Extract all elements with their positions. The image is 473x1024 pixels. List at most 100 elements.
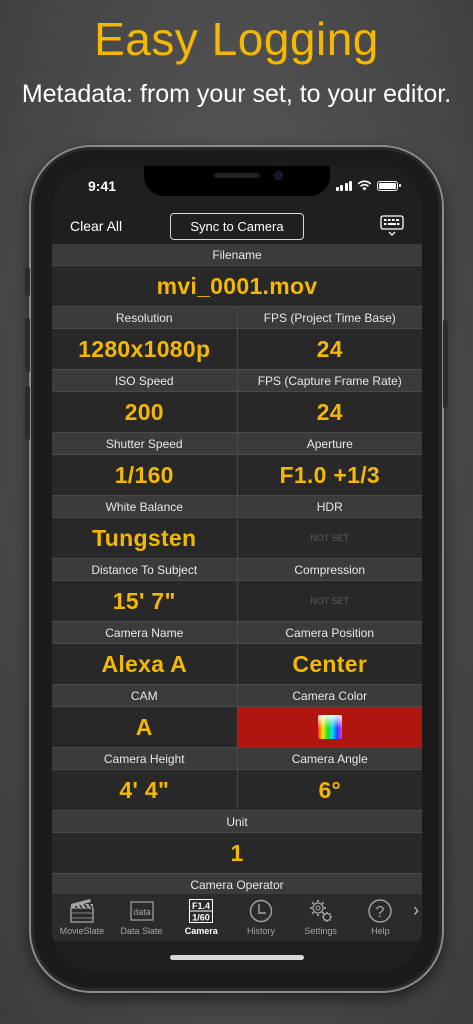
camera-height-label-cell: Camera Height xyxy=(52,748,238,770)
marketing-headline: Easy Logging xyxy=(94,13,379,65)
camera-name-label: Camera Name xyxy=(105,625,184,640)
keyboard-dismiss-icon[interactable] xyxy=(380,214,404,238)
battery-icon xyxy=(377,180,401,191)
camera-height-field[interactable]: 4' 4" xyxy=(52,770,238,811)
phone-side-button xyxy=(25,268,30,296)
shutter-value: 1/160 xyxy=(114,461,174,488)
tab-history[interactable]: History xyxy=(231,894,291,941)
hdr-field[interactable]: NOT SET xyxy=(237,518,422,559)
filename-label: Filename xyxy=(212,247,262,262)
iso-label: ISO Speed xyxy=(114,373,174,388)
cam-field[interactable]: A xyxy=(52,707,238,748)
resolution-value: 1280x1080p xyxy=(78,335,211,362)
camera-exposure-aperture-text: F1.4 xyxy=(192,901,210,911)
data-slate-icon: data xyxy=(129,901,154,921)
unit-label: Unit xyxy=(226,814,248,829)
shutter-field[interactable]: 1/160 xyxy=(52,455,238,496)
phone-volume-down xyxy=(25,386,30,440)
distance-value: 15' 7" xyxy=(112,587,176,614)
app-screen: 9:41 Clear All Sync to Camera Filename m… xyxy=(52,166,422,972)
cam-label-cell: CAM xyxy=(52,685,238,707)
tab-help[interactable]: ? Help xyxy=(351,894,411,941)
clapperboard-icon xyxy=(70,899,94,923)
aperture-field[interactable]: F1.0 +1/3 xyxy=(237,455,422,496)
fps-project-label-cell: FPS (Project Time Base) xyxy=(237,307,422,329)
tab-settings[interactable]: Settings xyxy=(291,894,351,941)
camera-angle-label-cell: Camera Angle xyxy=(237,748,422,770)
speaker-grille xyxy=(214,173,260,178)
camera-exposure-shutter-text: 1/60 xyxy=(192,913,210,923)
camera-height-label: Camera Height xyxy=(103,751,185,766)
wifi-icon xyxy=(357,180,372,191)
camera-operator-label: Camera Operator xyxy=(190,878,284,892)
tab-data-slate[interactable]: data Data Slate xyxy=(112,894,172,941)
status-icons xyxy=(335,180,401,191)
iso-field[interactable]: 200 xyxy=(52,392,238,433)
unit-field[interactable]: 1 xyxy=(52,833,422,874)
camera-position-label: Camera Position xyxy=(285,625,375,640)
filename-label-cell: Filename xyxy=(52,244,422,266)
metadata-grid: Filename mvi_0001.mov Resolution FPS (Pr… xyxy=(52,244,422,896)
toolbar: Clear All Sync to Camera xyxy=(52,210,422,244)
aperture-label: Aperture xyxy=(306,436,353,451)
help-icon-text: ? xyxy=(376,904,385,921)
fps-project-field[interactable]: 24 xyxy=(237,329,422,370)
tab-camera[interactable]: F1.4 1/60 Camera xyxy=(171,894,231,941)
tab-help-label: Help xyxy=(371,926,390,936)
camera-color-field[interactable] xyxy=(237,707,422,748)
camera-position-value: Center xyxy=(292,650,368,677)
resolution-label: Resolution xyxy=(115,310,173,325)
cam-value: A xyxy=(135,713,153,740)
cellular-signal-icon xyxy=(335,180,352,191)
camera-color-label: Camera Color xyxy=(292,688,368,703)
resolution-field[interactable]: 1280x1080p xyxy=(52,329,238,370)
white-balance-field[interactable]: Tungsten xyxy=(52,518,238,559)
help-icon: ? xyxy=(368,899,393,923)
phone-power-button xyxy=(443,320,448,408)
camera-name-field[interactable]: Alexa A xyxy=(52,644,238,685)
sync-to-camera-button[interactable]: Sync to Camera xyxy=(170,213,304,240)
aperture-label-cell: Aperture xyxy=(237,433,422,455)
home-indicator[interactable] xyxy=(170,955,304,960)
camera-position-field[interactable]: Center xyxy=(237,644,422,685)
distance-label-cell: Distance To Subject xyxy=(52,559,238,581)
filename-field[interactable]: mvi_0001.mov xyxy=(52,266,422,307)
color-picker-icon[interactable] xyxy=(317,715,342,739)
camera-color-label-cell: Camera Color xyxy=(237,685,422,707)
white-balance-value: Tungsten xyxy=(92,524,197,551)
fps-capture-label-cell: FPS (Capture Frame Rate) xyxy=(237,370,422,392)
unit-label-cell: Unit xyxy=(52,811,422,833)
tab-data-slate-label: Data Slate xyxy=(120,926,163,936)
distance-label: Distance To Subject xyxy=(91,562,198,577)
unit-value: 1 xyxy=(230,839,244,866)
white-balance-label: White Balance xyxy=(105,499,183,514)
camera-name-label-cell: Camera Name xyxy=(52,622,238,644)
camera-exposure-icon: F1.4 1/60 xyxy=(189,899,214,923)
camera-angle-value: 6° xyxy=(318,776,342,803)
fps-project-label: FPS (Project Time Base) xyxy=(263,310,396,325)
camera-angle-field[interactable]: 6° xyxy=(237,770,422,811)
camera-position-label-cell: Camera Position xyxy=(237,622,422,644)
phone-volume-up xyxy=(25,318,30,372)
fps-project-value: 24 xyxy=(316,335,343,362)
compression-label-cell: Compression xyxy=(237,559,422,581)
distance-field[interactable]: 15' 7" xyxy=(52,581,238,622)
tab-camera-label: Camera xyxy=(184,926,218,936)
iso-value: 200 xyxy=(124,398,164,425)
more-tabs-chevron-icon[interactable]: › xyxy=(410,894,422,941)
shutter-label: Shutter Speed xyxy=(105,436,183,451)
hdr-value: NOT SET xyxy=(310,533,350,543)
tab-movieslate-label: MovieSlate xyxy=(59,926,105,936)
fps-capture-field[interactable]: 24 xyxy=(237,392,422,433)
fps-capture-label: FPS (Capture Frame Rate) xyxy=(257,373,402,388)
compression-field[interactable]: NOT SET xyxy=(237,581,422,622)
compression-label: Compression xyxy=(294,562,366,577)
notch xyxy=(144,166,330,196)
clock-icon xyxy=(249,899,273,923)
shutter-label-cell: Shutter Speed xyxy=(52,433,238,455)
aperture-value: F1.0 +1/3 xyxy=(279,461,381,488)
front-camera xyxy=(274,171,283,180)
tab-movieslate[interactable]: MovieSlate xyxy=(52,894,112,941)
marketing-subhead: Metadata: from your set, to your editor. xyxy=(21,80,452,108)
clear-all-button[interactable]: Clear All xyxy=(70,218,122,234)
